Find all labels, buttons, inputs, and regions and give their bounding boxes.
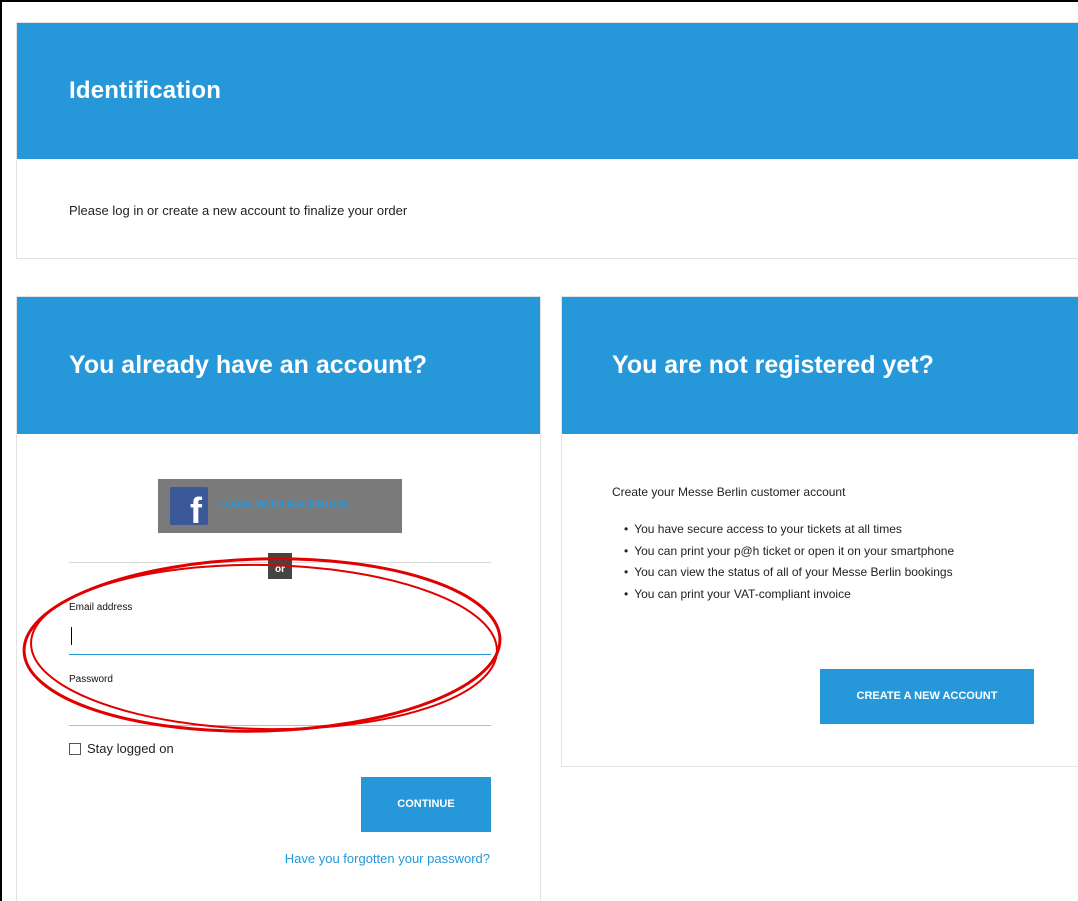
login-header: You already have an account?	[17, 297, 540, 434]
benefit-item: You can print your VAT-compliant invoice	[624, 584, 954, 606]
register-title: You are not registered yet?	[612, 351, 934, 379]
benefit-item: You have secure access to your tickets a…	[624, 519, 954, 541]
identification-header: Identification	[17, 23, 1078, 159]
forgot-password-link[interactable]: Have you forgotten your password?	[285, 851, 490, 866]
password-field[interactable]	[69, 690, 491, 726]
or-badge: or	[268, 553, 292, 579]
register-card: You are not registered yet? Create your …	[561, 296, 1078, 767]
benefit-item: You can view the status of all of your M…	[624, 562, 954, 584]
create-account-button[interactable]: CREATE A NEW ACCOUNT	[820, 669, 1034, 724]
benefit-item: You can print your p@h ticket or open it…	[624, 541, 954, 563]
email-field[interactable]	[69, 619, 491, 655]
login-card: You already have an account? f LOGIN WIT…	[16, 296, 541, 901]
stay-logged-checkbox[interactable]	[69, 743, 81, 755]
page-title: Identification	[69, 77, 222, 104]
register-intro-text: Create your Messe Berlin customer accoun…	[612, 485, 846, 499]
email-label: Email address	[69, 602, 133, 613]
facebook-login-label: LOGIN WITH FACEBOOK	[218, 499, 350, 511]
benefit-list: You have secure access to your tickets a…	[624, 519, 954, 605]
login-title: You already have an account?	[69, 351, 427, 379]
identification-panel: Identification Please log in or create a…	[16, 22, 1078, 259]
register-header: You are not registered yet?	[562, 297, 1078, 434]
page-intro-text: Please log in or create a new account to…	[69, 203, 408, 218]
continue-button[interactable]: CONTINUE	[361, 777, 491, 832]
facebook-login-button[interactable]: f LOGIN WITH FACEBOOK	[158, 479, 402, 533]
facebook-f-icon: f	[170, 487, 208, 525]
password-label: Password	[69, 674, 113, 685]
stay-logged-label: Stay logged on	[87, 741, 174, 756]
text-caret	[71, 627, 72, 645]
page-frame: Identification Please log in or create a…	[0, 0, 1078, 901]
